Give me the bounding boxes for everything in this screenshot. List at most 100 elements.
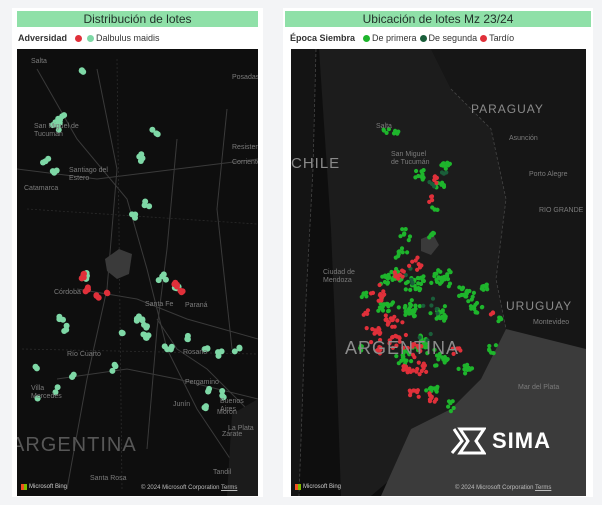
lot-marker <box>487 347 492 352</box>
lot-marker <box>418 286 423 291</box>
lot-marker <box>446 404 451 409</box>
lot-marker <box>429 280 434 285</box>
legend-dot-light-green <box>87 34 95 42</box>
lot-marker <box>432 207 437 212</box>
lot-marker <box>434 306 439 312</box>
lot-marker <box>434 388 439 393</box>
lot-marker <box>439 279 444 284</box>
map-label-1: San Miguel de Tucumán <box>34 123 79 138</box>
lot-marker <box>401 364 406 369</box>
lot-marker <box>430 198 435 203</box>
map-label-5: Corrientes <box>232 159 258 166</box>
left-terms-link[interactable]: Terms <box>221 485 237 491</box>
lot-marker <box>384 302 389 307</box>
left-ms-bing: Microsoft Bing <box>21 484 67 490</box>
right-panel-title: Ubicación de lotes Mz 23/24 <box>285 11 591 27</box>
lot-marker <box>139 316 146 323</box>
lot-marker <box>466 299 471 304</box>
lot-marker <box>397 272 403 277</box>
lot-marker <box>396 305 401 310</box>
lot-marker <box>407 311 412 316</box>
lot-marker <box>409 359 414 364</box>
legend-label-primera: De primera <box>372 33 417 43</box>
lot-marker <box>119 330 126 337</box>
right-land-chile <box>291 49 316 496</box>
lot-marker <box>32 363 39 370</box>
map-label-11: Villa Mercedes <box>31 385 62 400</box>
lot-marker <box>416 281 421 286</box>
lot-marker <box>403 281 409 286</box>
lot-marker <box>414 168 419 174</box>
lot-marker <box>451 405 456 411</box>
map-label-8: Córdoba <box>54 289 81 296</box>
map-label-9: Paraná <box>185 302 208 309</box>
lot-marker <box>60 316 66 323</box>
lot-marker <box>419 263 424 268</box>
lot-marker <box>466 365 471 371</box>
lot-marker <box>398 234 403 239</box>
lot-marker <box>384 130 389 135</box>
lot-marker <box>422 363 427 368</box>
right-ms-bing: Microsoft Bing <box>295 484 341 490</box>
lot-marker <box>434 363 439 368</box>
right-label-asuncion: Asunción <box>509 135 538 142</box>
lot-marker <box>428 311 433 316</box>
lot-marker <box>456 366 461 371</box>
lot-marker <box>463 371 468 376</box>
legend-dot-dark-green <box>419 34 427 42</box>
lot-marker <box>109 367 116 374</box>
right-label-montevideo: Montevideo <box>533 319 570 326</box>
lot-marker <box>429 232 434 237</box>
lot-marker <box>103 289 110 296</box>
lot-marker <box>155 277 162 284</box>
lot-marker <box>447 161 452 166</box>
lot-marker <box>392 270 397 275</box>
left-map[interactable]: Salta San Miguel de Tucumán Santiago del… <box>17 49 258 496</box>
lot-marker <box>142 198 149 205</box>
lot-marker <box>441 184 447 189</box>
lot-marker <box>408 393 413 398</box>
lot-marker <box>393 128 398 133</box>
lot-marker <box>430 296 436 301</box>
lot-marker <box>401 269 406 274</box>
right-legend: Época Siembra De primera De segunda Tard… <box>290 33 514 43</box>
lot-marker <box>424 369 429 374</box>
lot-marker <box>386 309 391 314</box>
lot-marker <box>377 282 382 288</box>
lot-marker <box>448 409 453 414</box>
lot-marker <box>446 399 452 404</box>
left-points-layer <box>32 67 243 412</box>
lot-marker <box>379 306 384 311</box>
lot-marker <box>415 267 420 272</box>
lot-marker <box>407 388 412 393</box>
lot-marker <box>386 275 392 280</box>
lot-marker <box>475 310 480 315</box>
right-terms-link[interactable]: Terms <box>535 485 551 491</box>
lot-marker <box>400 320 405 325</box>
lot-marker <box>493 343 498 348</box>
lot-marker <box>436 275 441 280</box>
lot-marker <box>133 315 140 322</box>
lot-marker <box>407 234 413 239</box>
lot-marker <box>400 250 405 255</box>
lot-marker <box>403 303 408 309</box>
lot-marker <box>409 298 414 303</box>
map-label-4: Resistencia <box>232 144 258 151</box>
right-label-tucuman: San Miguel de Tucumán <box>391 151 430 166</box>
map-label-19: Santa Rosa <box>90 475 127 482</box>
lot-marker <box>406 238 411 243</box>
lot-marker <box>63 322 70 329</box>
map-label-18: Zárate <box>222 431 243 438</box>
lot-marker <box>428 331 433 337</box>
lot-marker <box>219 388 226 394</box>
lot-marker <box>469 306 474 311</box>
map-label-3: Catamarca <box>24 185 59 192</box>
lot-marker <box>395 318 400 323</box>
map-label-7: Santa Fe <box>145 301 174 308</box>
lot-marker <box>205 388 212 395</box>
lot-marker <box>427 397 432 402</box>
lot-marker <box>413 286 418 291</box>
map-label-16: Junín <box>173 401 191 408</box>
lot-marker <box>442 304 447 309</box>
lot-marker <box>184 336 191 343</box>
